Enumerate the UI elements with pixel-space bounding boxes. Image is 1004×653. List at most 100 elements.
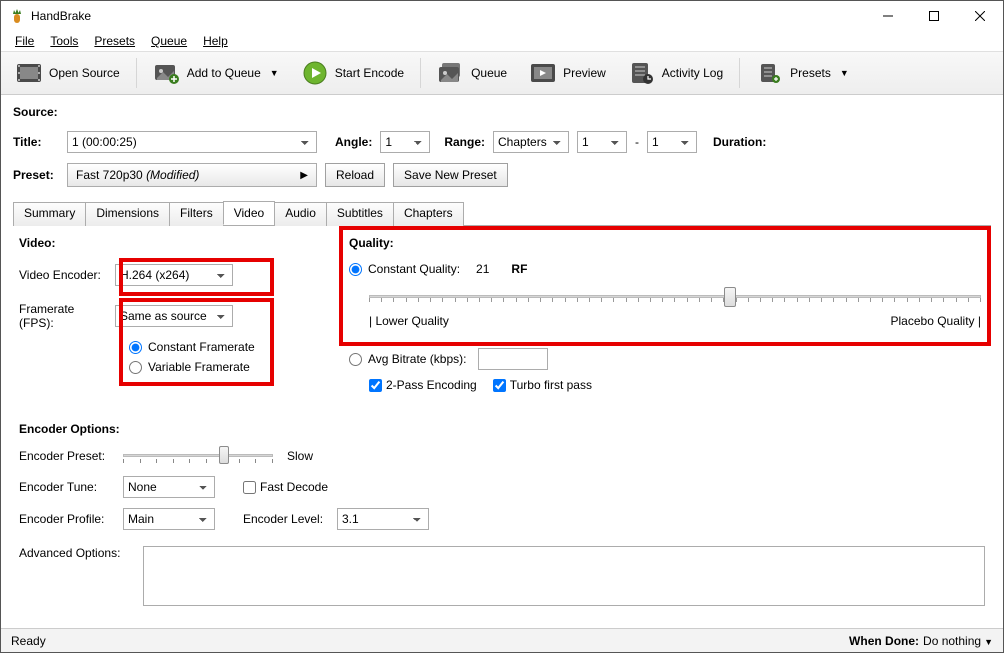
enc-profile-label: Encoder Profile: (19, 512, 115, 526)
var-framerate-radio[interactable]: Variable Framerate (129, 360, 329, 374)
start-encode-button[interactable]: Start Encode (291, 57, 414, 89)
chevron-down-icon: ▼ (270, 68, 279, 78)
when-done-label: When Done: (849, 634, 919, 648)
tab-summary[interactable]: Summary (13, 202, 86, 226)
advanced-label: Advanced Options: (19, 546, 135, 560)
titlebar: HandBrake (1, 1, 1003, 31)
fast-decode-checkbox[interactable]: Fast Decode (243, 480, 328, 494)
menu-help[interactable]: Help (197, 33, 234, 49)
enc-tune-label: Encoder Tune: (19, 480, 115, 494)
menu-presets[interactable]: Presets (88, 33, 141, 49)
presets-button[interactable]: Presets ▼ (746, 57, 859, 89)
preview-label: Preview (563, 66, 606, 80)
play-icon (301, 61, 329, 85)
range-type-select[interactable]: Chapters (493, 131, 569, 153)
app-window: HandBrake File Tools Presets Queue Help … (0, 0, 1004, 653)
menubar: File Tools Presets Queue Help (1, 31, 1003, 51)
queue-label: Queue (471, 66, 507, 80)
menu-file[interactable]: File (9, 33, 40, 49)
start-encode-label: Start Encode (335, 66, 404, 80)
chevron-down-icon: ▼ (840, 68, 849, 78)
tab-chapters[interactable]: Chapters (393, 202, 464, 226)
preset-row: Preset: Fast 720p30 (Modified) ▶ Reload … (13, 163, 991, 187)
avg-bitrate-input[interactable] (478, 348, 548, 370)
menu-tools[interactable]: Tools (44, 33, 84, 49)
const-framerate-radio[interactable]: Constant Framerate (129, 340, 329, 354)
range-dash: - (635, 135, 639, 149)
two-pass-checkbox[interactable]: 2-Pass Encoding (369, 378, 477, 392)
preview-button[interactable]: Preview (519, 57, 616, 89)
range-label: Range: (444, 135, 485, 149)
title-row: Title: 1 (00:00:25) Angle: 1 Range: Chap… (13, 131, 991, 153)
enc-preset-value: Slow (287, 449, 313, 463)
image-plus-icon (153, 61, 181, 85)
preview-icon (529, 61, 557, 85)
activity-log-label: Activity Log (662, 66, 723, 80)
tabs: Summary Dimensions Filters Video Audio S… (13, 201, 991, 226)
queue-button[interactable]: Queue (427, 57, 517, 89)
enc-level-label: Encoder Level: (243, 512, 329, 526)
lower-quality-label: | Lower Quality (369, 314, 449, 328)
menu-queue[interactable]: Queue (145, 33, 193, 49)
enc-profile-select[interactable]: Main (123, 508, 215, 530)
maximize-button[interactable] (911, 1, 957, 31)
enc-preset-label: Encoder Preset: (19, 449, 115, 463)
tab-dimensions[interactable]: Dimensions (85, 202, 170, 226)
tab-video[interactable]: Video (223, 201, 275, 225)
add-to-queue-button[interactable]: Add to Queue ▼ (143, 57, 289, 89)
film-icon (15, 61, 43, 85)
add-queue-label: Add to Queue (187, 66, 261, 80)
save-preset-button[interactable]: Save New Preset (393, 163, 508, 187)
images-icon (437, 61, 465, 85)
presets-label: Presets (790, 66, 831, 80)
tab-video-body: Video: Video Encoder: H.264 (x264) Frame… (13, 226, 991, 622)
preset-label: Preset: (13, 168, 59, 182)
video-encoder-select[interactable]: H.264 (x264) (115, 264, 233, 286)
preset-select[interactable]: Fast 720p30 (Modified) ▶ (67, 163, 317, 187)
range-to-select[interactable]: 1 (647, 131, 697, 153)
rf-label: RF (511, 262, 527, 276)
angle-label: Angle: (335, 135, 372, 149)
range-from-select[interactable]: 1 (577, 131, 627, 153)
toolbar: Open Source Add to Queue ▼ Start Encode … (1, 51, 1003, 95)
window-title: HandBrake (31, 9, 91, 23)
reload-button[interactable]: Reload (325, 163, 385, 187)
enc-preset-slider[interactable] (123, 446, 273, 466)
enc-tune-select[interactable]: None (123, 476, 215, 498)
status-text: Ready (11, 634, 46, 648)
open-source-label: Open Source (49, 66, 120, 80)
duration-label: Duration: (713, 135, 766, 149)
title-label: Title: (13, 135, 59, 149)
source-label: Source: (13, 105, 991, 119)
quality-slider[interactable] (369, 286, 981, 308)
turbo-checkbox[interactable]: Turbo first pass (493, 378, 592, 392)
app-icon (9, 8, 25, 24)
title-select[interactable]: 1 (00:00:25) (67, 131, 317, 153)
placebo-quality-label: Placebo Quality | (891, 314, 982, 328)
tab-audio[interactable]: Audio (274, 202, 327, 226)
video-encoder-label: Video Encoder: (19, 268, 107, 282)
angle-select[interactable]: 1 (380, 131, 430, 153)
tab-subtitles[interactable]: Subtitles (326, 202, 394, 226)
const-quality-radio[interactable]: Constant Quality: 21 RF (349, 262, 985, 276)
statusbar: Ready When Done: Do nothing▼ (1, 628, 1003, 652)
log-icon (628, 61, 656, 85)
open-source-button[interactable]: Open Source (5, 57, 130, 89)
play-right-icon: ▶ (300, 170, 308, 181)
tab-filters[interactable]: Filters (169, 202, 224, 226)
advanced-options-input[interactable] (143, 546, 985, 606)
presets-icon (756, 61, 784, 85)
chevron-down-icon: ▼ (984, 637, 993, 647)
minimize-button[interactable] (865, 1, 911, 31)
when-done-value[interactable]: Do nothing▼ (923, 634, 993, 648)
close-button[interactable] (957, 1, 1003, 31)
activity-log-button[interactable]: Activity Log (618, 57, 733, 89)
quality-heading: Quality: (349, 236, 985, 250)
avg-bitrate-radio[interactable]: Avg Bitrate (kbps): (349, 348, 985, 370)
content-area: Source: Title: 1 (00:00:25) Angle: 1 Ran… (1, 95, 1003, 628)
quality-value: 21 (476, 262, 489, 276)
fps-select[interactable]: Same as source (115, 305, 233, 327)
encoder-options-heading: Encoder Options: (19, 422, 985, 436)
video-heading: Video: (19, 236, 329, 250)
enc-level-select[interactable]: 3.1 (337, 508, 429, 530)
